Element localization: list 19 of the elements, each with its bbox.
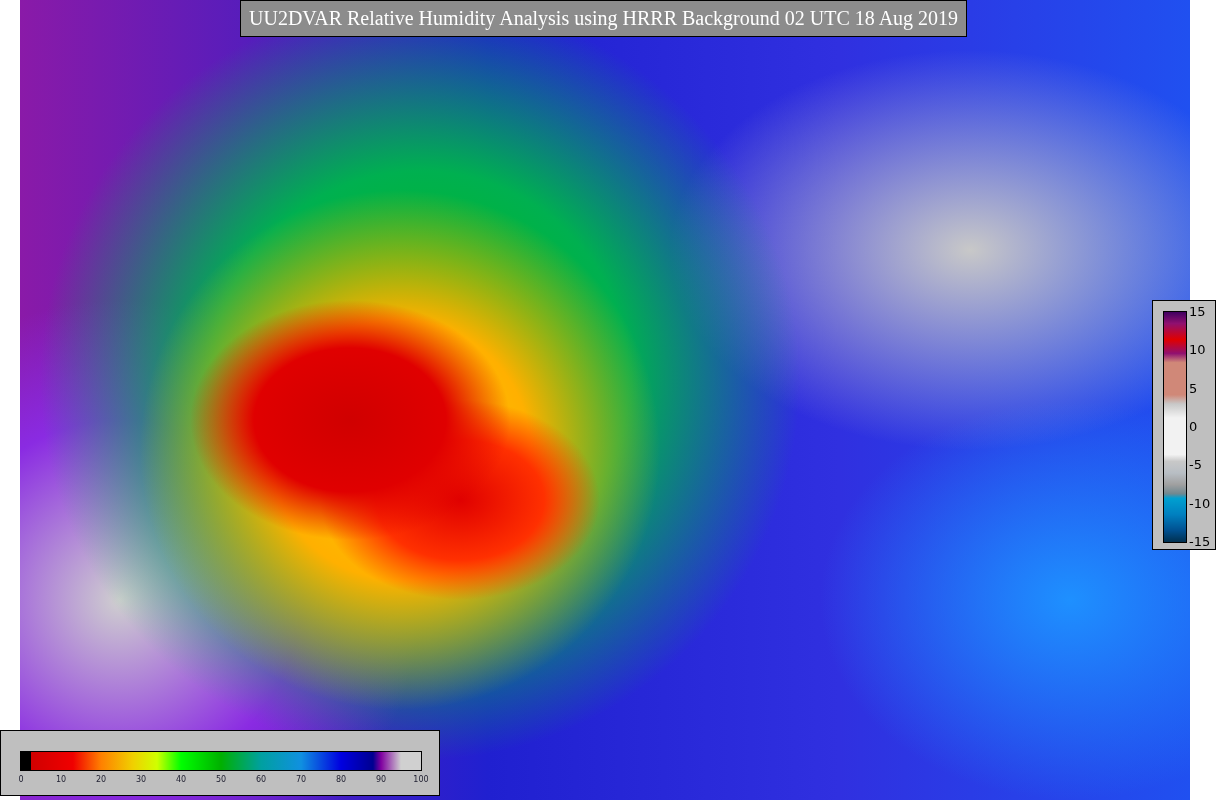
tick-label: 10 [55,775,67,784]
tick-label: 20 [95,775,107,784]
tick-label: 5 [1189,380,1198,396]
tick-label: 0 [18,775,24,784]
tick-label: 50 [215,775,227,784]
tick-label: -15 [1189,533,1211,549]
tick-label: -10 [1189,495,1211,511]
tick-label: 70 [295,775,307,784]
tick-label: 40 [175,775,187,784]
tick-label: -5 [1189,456,1202,472]
tick-label: 10 [1189,341,1206,357]
map-title: UU2DVAR Relative Humidity Analysis using HRRR Background 02 UTC 18 Aug 2019 [240,0,968,37]
tick-label: 100 [413,775,429,784]
tick-label: 90 [375,775,387,784]
tick-label: 60 [255,775,267,784]
tick-label: 30 [135,775,147,784]
tick-label: 0 [1189,418,1198,434]
tick-label: 15 [1189,303,1206,319]
tick-label: 80 [335,775,347,784]
